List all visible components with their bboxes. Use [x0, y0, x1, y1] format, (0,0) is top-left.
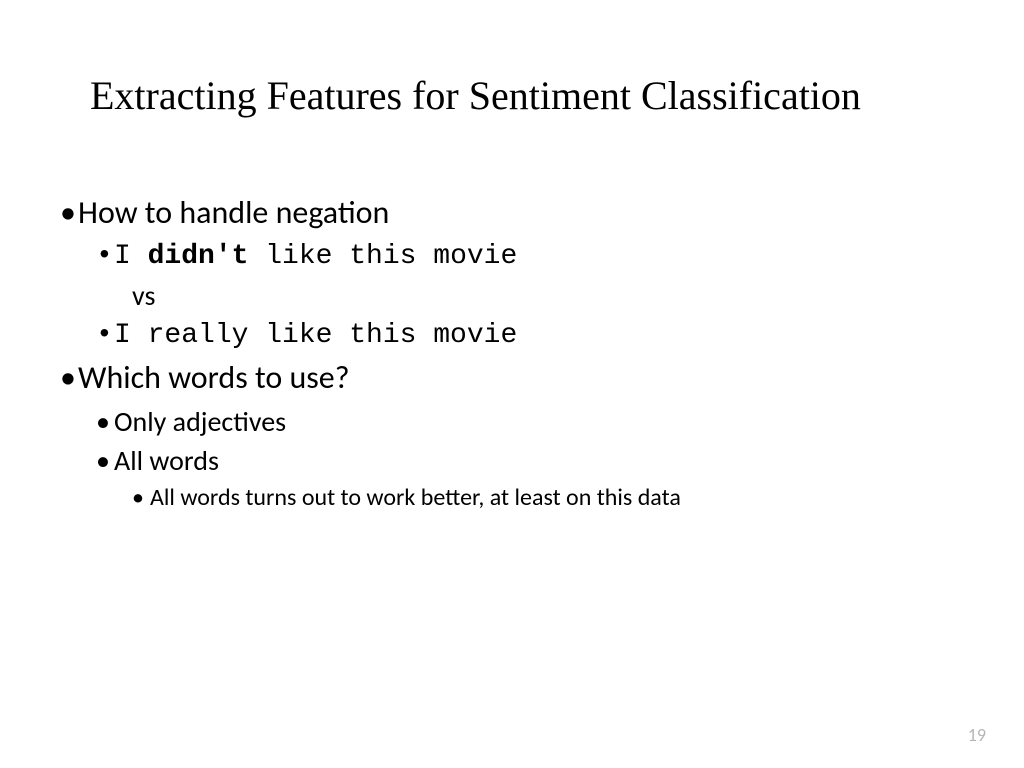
page-number: 19	[968, 724, 986, 746]
bullet-which-words: Which words to use?	[60, 357, 964, 399]
bullet-negation: How to handle negation	[60, 192, 964, 234]
example-pre: I	[114, 241, 148, 272]
bullet-all-words-note: All words turns out to work better, at l…	[132, 482, 964, 514]
vs-text: vs	[132, 277, 964, 315]
bullet-only-adjectives: Only adjectives	[96, 403, 964, 441]
example-post: like this movie	[248, 241, 517, 272]
bullet-all-words: All words	[96, 442, 964, 480]
slide-content: How to handle negation I didn't like thi…	[0, 120, 1024, 515]
bullet-example-didnt: I didn't like this movie	[96, 238, 964, 276]
bullet-example-really: I really like this movie	[96, 317, 964, 355]
slide-title: Extracting Features for Sentiment Classi…	[0, 0, 1024, 120]
example-bold: didn't	[148, 241, 249, 272]
